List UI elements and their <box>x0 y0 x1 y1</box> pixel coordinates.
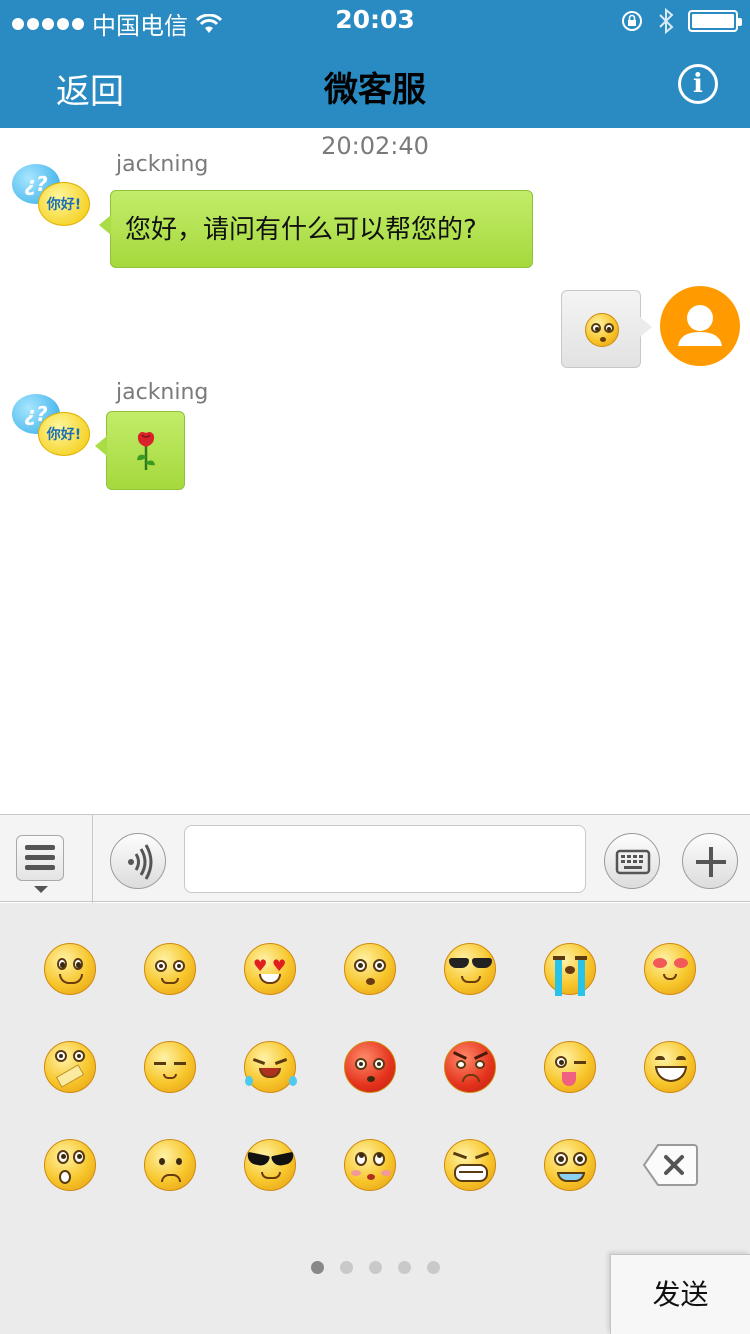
blush-emoji-icon[interactable] <box>642 941 698 997</box>
sleepy-emoji-icon[interactable] <box>142 1039 198 1095</box>
cry-tears-emoji-icon[interactable] <box>542 941 598 997</box>
surprised-emoji-icon[interactable] <box>42 1137 98 1193</box>
smile-emoji-icon[interactable] <box>42 941 98 997</box>
keyboard-icon[interactable] <box>604 833 660 889</box>
input-toolbar <box>0 814 750 903</box>
bluetooth-icon <box>659 8 674 34</box>
page-dot[interactable] <box>339 1261 353 1274</box>
page-dot[interactable] <box>310 1261 324 1274</box>
sad-emoji-icon[interactable] <box>142 1137 198 1193</box>
voice-icon[interactable] <box>110 833 166 889</box>
toolbar-divider <box>92 815 93 903</box>
battery-icon <box>688 10 742 32</box>
delete-icon[interactable] <box>642 1143 698 1187</box>
tongue-emoji-icon[interactable] <box>542 1039 598 1095</box>
emoji-panel: ♥ ♥ 发送 <box>0 903 750 1334</box>
stare-emoji-icon[interactable] <box>342 941 398 997</box>
sunglasses-cool-emoji-icon[interactable] <box>242 1137 298 1193</box>
message-input[interactable] <box>184 825 586 893</box>
heart-eyes-emoji-icon[interactable]: ♥ ♥ <box>242 941 298 997</box>
sweat-emoji-icon[interactable] <box>542 1137 598 1193</box>
orientation-lock-icon <box>622 11 642 31</box>
page-dot[interactable] <box>397 1261 411 1274</box>
greeting-bubble-icon: 你好! <box>38 182 90 226</box>
message-bubble-incoming[interactable]: 您好，请问有什么可以帮您的? <box>99 190 533 268</box>
greeting-bubble-icon: 你好! <box>38 412 90 456</box>
bot-avatar[interactable]: ¿? 你好! <box>10 164 90 228</box>
message-bubble-incoming[interactable] <box>95 411 185 490</box>
grin-emoji-icon[interactable] <box>642 1039 698 1095</box>
sender-name: jackning <box>116 380 209 405</box>
message-text: 您好，请问有什么可以帮您的? <box>125 215 477 245</box>
page-dot[interactable] <box>368 1261 382 1274</box>
laugh-tears-emoji-icon[interactable] <box>242 1039 298 1095</box>
shy-emoji-icon[interactable] <box>342 1137 398 1193</box>
page-dot[interactable] <box>426 1261 440 1274</box>
cool-emoji-icon[interactable] <box>442 941 498 997</box>
sender-name: jackning <box>116 152 209 177</box>
awkward-emoji-icon[interactable] <box>142 941 198 997</box>
bot-avatar[interactable]: ¿? 你好! <box>10 394 90 458</box>
info-icon[interactable]: i <box>678 64 718 104</box>
user-avatar[interactable] <box>660 286 740 366</box>
embarrassed-emoji-icon[interactable] <box>342 1039 398 1095</box>
status-bar: 中国电信 20:03 <box>0 0 750 40</box>
plus-icon[interactable] <box>682 833 738 889</box>
angry-emoji-icon[interactable] <box>442 1039 498 1095</box>
top-bar: 中国电信 20:03 返回 微客服 i <box>0 0 750 128</box>
menu-list-icon[interactable] <box>16 835 64 893</box>
page-title: 微客服 <box>324 70 426 110</box>
chat-timestamp: 20:02:40 <box>321 132 429 160</box>
rose-icon <box>137 432 155 470</box>
shush-emoji-icon[interactable] <box>42 1039 98 1095</box>
angry-eyes-face-icon <box>585 313 619 347</box>
send-button[interactable]: 发送 <box>610 1254 750 1334</box>
scream-emoji-icon[interactable] <box>442 1137 498 1193</box>
message-bubble-outgoing[interactable] <box>561 290 652 368</box>
